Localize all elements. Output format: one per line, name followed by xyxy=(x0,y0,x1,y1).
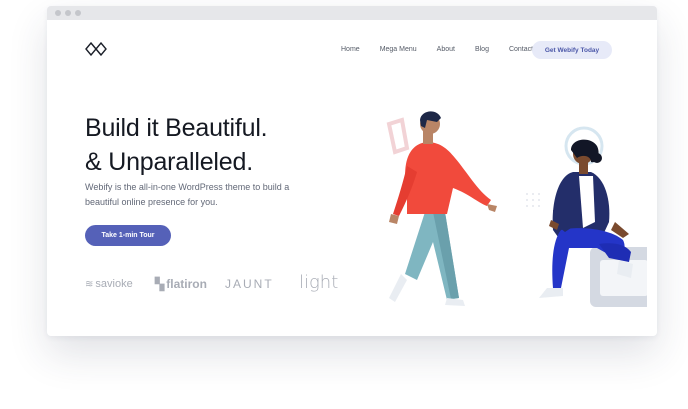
brand-flatiron: ▚ flatiron xyxy=(155,277,207,291)
browser-window: Home Mega Menu About Blog Contact Get We… xyxy=(47,6,657,336)
window-dot-icon[interactable] xyxy=(65,10,71,16)
brand-jaunt: JAUNT xyxy=(225,277,274,291)
take-tour-button[interactable]: Take 1-min Tour xyxy=(85,225,171,246)
window-dot-icon[interactable] xyxy=(75,10,81,16)
seated-woman-figure xyxy=(539,139,647,307)
browser-chrome xyxy=(47,6,657,20)
nav-about[interactable]: About xyxy=(437,46,455,53)
nav-contact[interactable]: Contact xyxy=(509,46,533,53)
hero-title: Build it Beautiful. & Unparalleled. xyxy=(85,111,268,179)
hero-title-line2: & Unparalleled. xyxy=(85,148,253,176)
hero-illustration xyxy=(386,111,647,307)
hero-title-line1: Build it Beautiful. xyxy=(85,114,268,142)
brand-light: light xyxy=(299,272,339,293)
savioke-mark-icon: ≋ xyxy=(85,279,94,290)
window-dot-icon[interactable] xyxy=(55,10,61,16)
nav-mega-menu[interactable]: Mega Menu xyxy=(380,46,417,53)
get-webify-button[interactable]: Get Webify Today xyxy=(532,41,612,59)
nav-home[interactable]: Home xyxy=(341,46,360,53)
flatiron-mark-icon: ▚ xyxy=(155,277,165,291)
brand-savioke: ≋ savioke xyxy=(85,278,133,290)
walking-man-figure xyxy=(386,111,497,306)
hero-subtitle: Webify is the all-in-one WordPress theme… xyxy=(85,182,290,207)
top-nav: Home Mega Menu About Blog Contact Get We… xyxy=(47,20,657,68)
nav-blog[interactable]: Blog xyxy=(475,46,489,53)
dots-pattern xyxy=(526,193,540,207)
webify-logo-icon[interactable] xyxy=(85,42,107,56)
